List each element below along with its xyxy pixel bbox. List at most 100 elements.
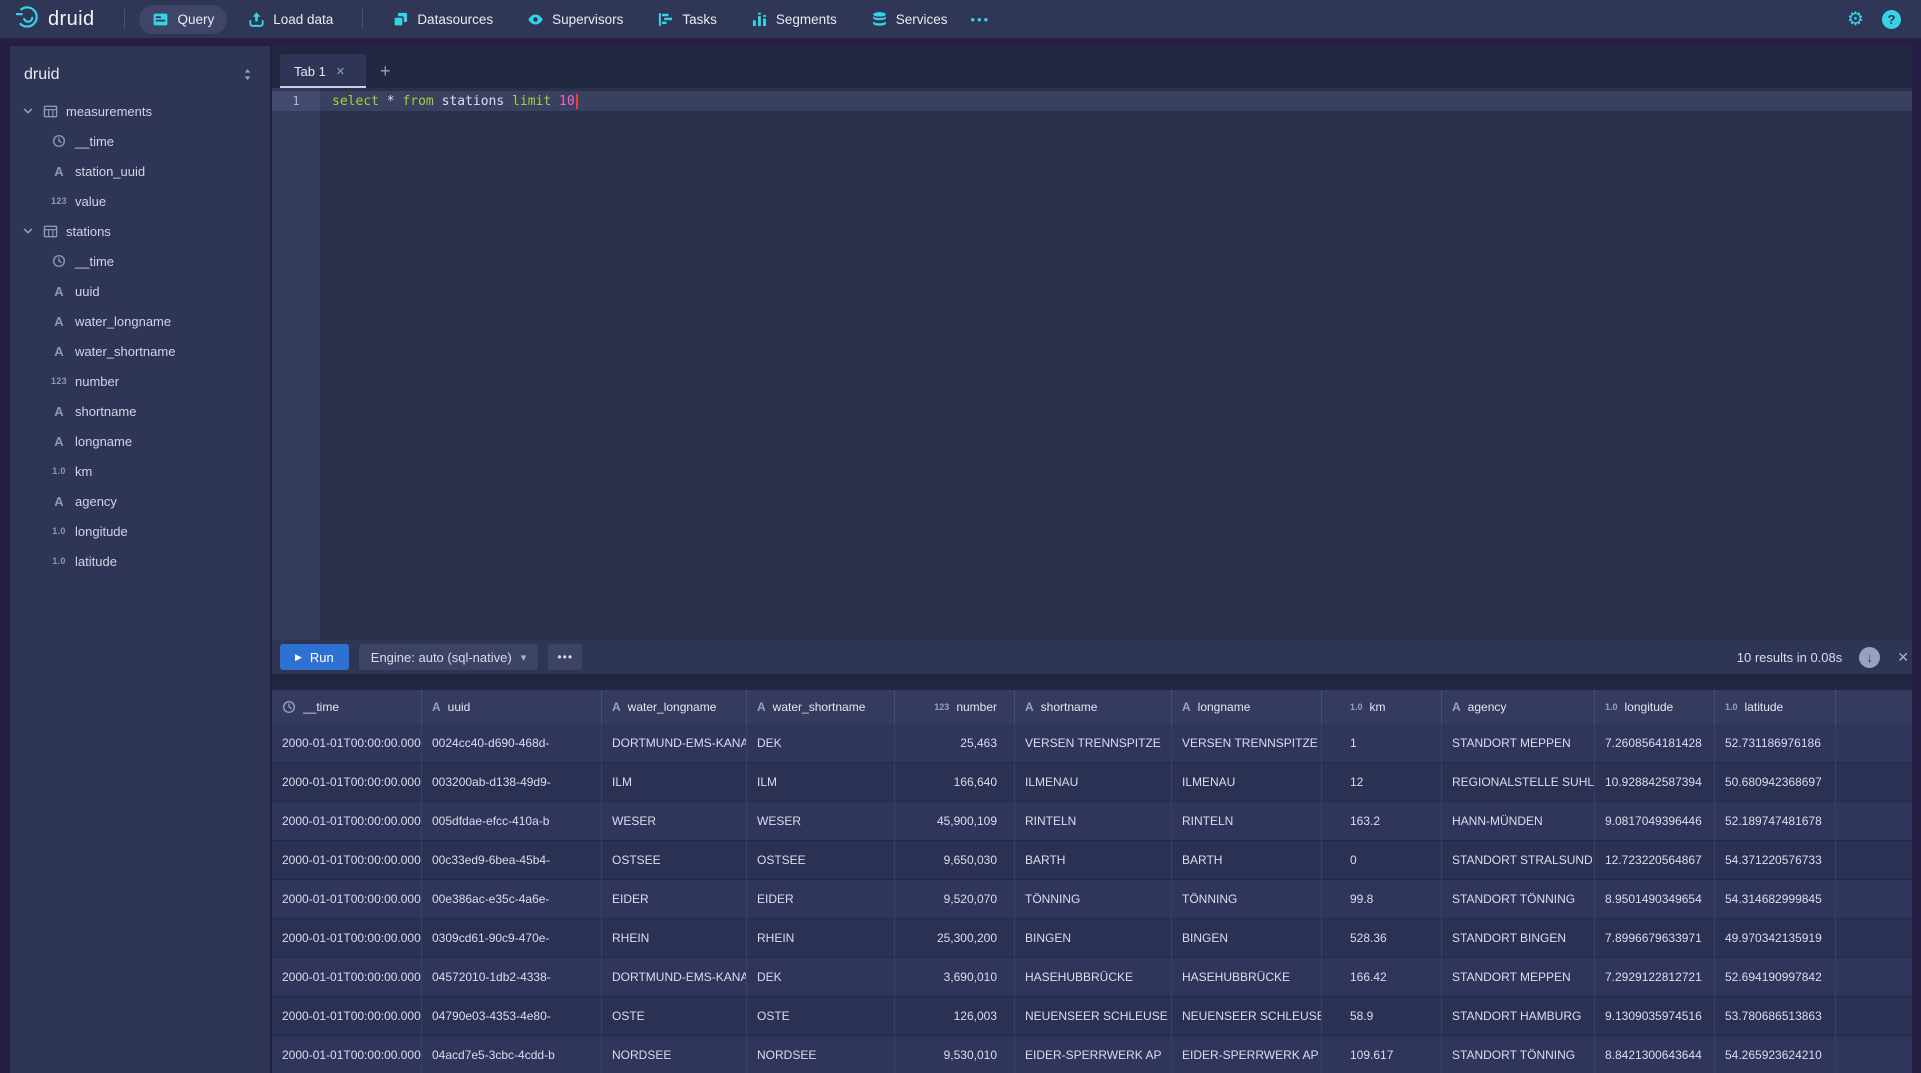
table-cell-longitude[interactable]: 9.1309035974516	[1595, 997, 1715, 1036]
table-cell-__time[interactable]: 2000-01-01T00:00:00.000Z	[272, 919, 422, 958]
table-cell-agency[interactable]: STANDORT TÖNNING	[1442, 880, 1595, 919]
tree-column-uuid[interactable]: Auuid	[10, 276, 270, 306]
table-cell-uuid[interactable]: 0309cd61-90c9-470e-	[422, 919, 602, 958]
settings-gear-icon[interactable]: ⚙	[1847, 10, 1864, 29]
new-tab-icon[interactable]: +	[380, 61, 391, 88]
nav-item-segments[interactable]: Segments	[738, 5, 850, 34]
table-cell-water_longname[interactable]: RHEIN	[602, 919, 747, 958]
table-cell-longitude[interactable]: 9.0817049396446	[1595, 802, 1715, 841]
table-cell-water_shortname[interactable]: OSTSEE	[747, 841, 895, 880]
tree-column-__time[interactable]: __time	[10, 126, 270, 156]
sort-columns-icon[interactable]	[240, 67, 256, 83]
column-header-water_shortname[interactable]: Awater_shortname	[747, 690, 895, 724]
table-cell-uuid[interactable]: 04acd7e5-3cbc-4cdd-b	[422, 1036, 602, 1073]
table-cell-km[interactable]: 0	[1322, 841, 1442, 880]
tree-column-shortname[interactable]: Ashortname	[10, 396, 270, 426]
nav-item-query[interactable]: Query	[139, 5, 227, 34]
table-cell-shortname[interactable]: BARTH	[1015, 841, 1172, 880]
table-cell-uuid[interactable]: 005dfdae-efcc-410a-b	[422, 802, 602, 841]
tree-table-stations[interactable]: stations	[10, 216, 270, 246]
table-cell-water_shortname[interactable]: DEK	[747, 724, 895, 763]
table-cell-number[interactable]: 9,520,070	[895, 880, 1015, 919]
nav-item-datasources[interactable]: Datasources	[379, 5, 506, 34]
table-cell-longitude[interactable]: 10.928842587394	[1595, 763, 1715, 802]
table-cell-shortname[interactable]: BINGEN	[1015, 919, 1172, 958]
download-results-icon[interactable]: ↓	[1859, 647, 1880, 668]
table-cell-longname[interactable]: RINTELN	[1172, 802, 1322, 841]
tree-column-__time[interactable]: __time	[10, 246, 270, 276]
table-cell-km[interactable]: 528.36	[1322, 919, 1442, 958]
table-cell-shortname[interactable]: RINTELN	[1015, 802, 1172, 841]
table-cell-longname[interactable]: BARTH	[1172, 841, 1322, 880]
column-header-latitude[interactable]: 1.0latitude	[1715, 690, 1836, 724]
table-cell-longname[interactable]: HASEHUBBRÜCKE	[1172, 958, 1322, 997]
table-cell-number[interactable]: 25,300,200	[895, 919, 1015, 958]
column-header-agency[interactable]: Aagency	[1442, 690, 1595, 724]
table-cell-longitude[interactable]: 12.723220564867	[1595, 841, 1715, 880]
table-cell-latitude[interactable]: 50.680942368697	[1715, 763, 1836, 802]
table-cell-__time[interactable]: 2000-01-01T00:00:00.000Z	[272, 802, 422, 841]
close-results-icon[interactable]: ✕	[1897, 649, 1909, 666]
table-cell-water_longname[interactable]: NORDSEE	[602, 1036, 747, 1073]
table-cell-agency[interactable]: HANN-MÜNDEN	[1442, 802, 1595, 841]
tree-column-agency[interactable]: Aagency	[10, 486, 270, 516]
table-cell-shortname[interactable]: HASEHUBBRÜCKE	[1015, 958, 1172, 997]
table-cell-shortname[interactable]: EIDER-SPERRWERK AP	[1015, 1036, 1172, 1073]
table-cell-km[interactable]: 1	[1322, 724, 1442, 763]
query-more-button[interactable]: •••	[548, 644, 582, 670]
table-cell-number[interactable]: 3,690,010	[895, 958, 1015, 997]
table-cell-agency[interactable]: STANDORT MEPPEN	[1442, 958, 1595, 997]
table-cell-agency[interactable]: STANDORT HAMBURG	[1442, 997, 1595, 1036]
column-header-number[interactable]: 123number	[895, 690, 1015, 724]
table-cell-uuid[interactable]: 0024cc40-d690-468d-	[422, 724, 602, 763]
table-cell-water_shortname[interactable]: EIDER	[747, 880, 895, 919]
tree-column-km[interactable]: 1.0km	[10, 456, 270, 486]
column-header-longname[interactable]: Alongname	[1172, 690, 1322, 724]
column-header-uuid[interactable]: Auuid	[422, 690, 602, 724]
table-cell-latitude[interactable]: 54.314682999845	[1715, 880, 1836, 919]
table-cell-shortname[interactable]: VERSEN TRENNSPITZE	[1015, 724, 1172, 763]
table-cell-longname[interactable]: EIDER-SPERRWERK AP	[1172, 1036, 1322, 1073]
table-cell-longname[interactable]: TÖNNING	[1172, 880, 1322, 919]
tree-column-latitude[interactable]: 1.0latitude	[10, 546, 270, 576]
nav-item-supervisors[interactable]: Supervisors	[514, 5, 636, 34]
table-cell-agency[interactable]: REGIONALSTELLE SUHL	[1442, 763, 1595, 802]
table-cell-longitude[interactable]: 8.9501490349654	[1595, 880, 1715, 919]
table-cell-water_shortname[interactable]: NORDSEE	[747, 1036, 895, 1073]
table-cell-latitude[interactable]: 52.189747481678	[1715, 802, 1836, 841]
table-cell-uuid[interactable]: 00c33ed9-6bea-45b4-	[422, 841, 602, 880]
sql-editor[interactable]: 1 select * from stations limit 10	[272, 88, 1921, 640]
table-cell-uuid[interactable]: 04572010-1db2-4338-	[422, 958, 602, 997]
table-cell-longname[interactable]: NEUENSEER SCHLEUSE	[1172, 997, 1322, 1036]
table-cell-uuid[interactable]: 04790e03-4353-4e80-	[422, 997, 602, 1036]
help-icon[interactable]: ?	[1882, 10, 1901, 29]
table-cell-agency[interactable]: STANDORT MEPPEN	[1442, 724, 1595, 763]
table-cell-water_longname[interactable]: OSTE	[602, 997, 747, 1036]
druid-logo[interactable]: druid	[14, 4, 94, 35]
scrollbar-track[interactable]	[1912, 46, 1921, 1073]
table-cell-longitude[interactable]: 7.2608564181428	[1595, 724, 1715, 763]
tree-table-measurements[interactable]: measurements	[10, 96, 270, 126]
table-cell-water_longname[interactable]: WESER	[602, 802, 747, 841]
table-cell-__time[interactable]: 2000-01-01T00:00:00.000Z	[272, 724, 422, 763]
tab-close-icon[interactable]: ✕	[336, 65, 345, 78]
table-cell-number[interactable]: 9,530,010	[895, 1036, 1015, 1073]
table-cell-km[interactable]: 12	[1322, 763, 1442, 802]
table-cell-longname[interactable]: ILMENAU	[1172, 763, 1322, 802]
table-cell-number[interactable]: 25,463	[895, 724, 1015, 763]
nav-item-services[interactable]: Services	[858, 5, 961, 34]
table-cell-water_shortname[interactable]: RHEIN	[747, 919, 895, 958]
table-cell-longname[interactable]: BINGEN	[1172, 919, 1322, 958]
nav-more-button[interactable]: •••	[960, 6, 1000, 33]
table-cell-km[interactable]: 99.8	[1322, 880, 1442, 919]
table-cell-uuid[interactable]: 003200ab-d138-49d9-	[422, 763, 602, 802]
table-cell-__time[interactable]: 2000-01-01T00:00:00.000Z	[272, 958, 422, 997]
table-cell-longname[interactable]: VERSEN TRENNSPITZE	[1172, 724, 1322, 763]
table-cell-number[interactable]: 45,900,109	[895, 802, 1015, 841]
table-cell-__time[interactable]: 2000-01-01T00:00:00.000Z	[272, 841, 422, 880]
table-cell-agency[interactable]: STANDORT BINGEN	[1442, 919, 1595, 958]
run-button[interactable]: ▶ Run	[280, 644, 349, 670]
tree-column-water_shortname[interactable]: Awater_shortname	[10, 336, 270, 366]
table-cell-latitude[interactable]: 53.780686513863	[1715, 997, 1836, 1036]
table-cell-__time[interactable]: 2000-01-01T00:00:00.000Z	[272, 997, 422, 1036]
